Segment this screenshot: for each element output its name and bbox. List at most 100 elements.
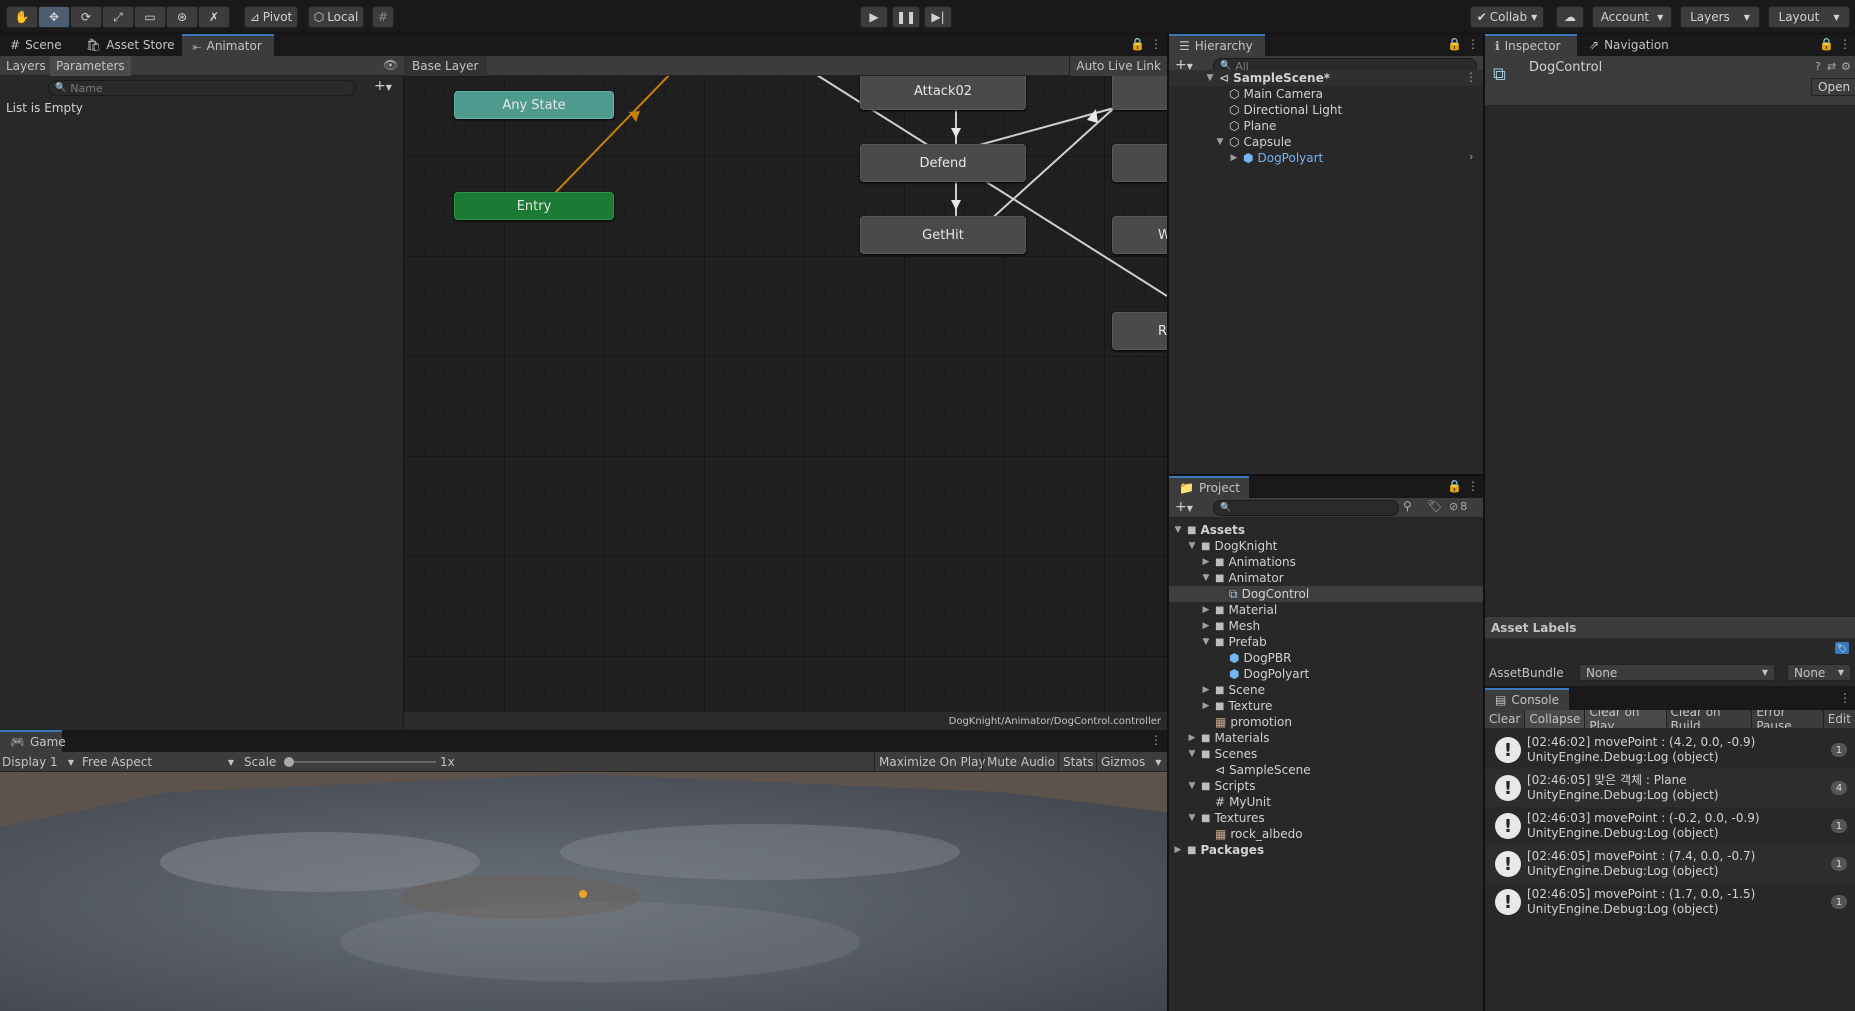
- display-dropdown[interactable]: Display 1 ▼: [2, 752, 78, 772]
- label-tag-icon[interactable]: 🏷: [1427, 499, 1442, 513]
- transform-tool-button[interactable]: ⊛: [166, 6, 198, 28]
- console-editor-dropdown[interactable]: Edit: [1824, 710, 1855, 728]
- console-error-pause-toggle[interactable]: Error Pause: [1752, 710, 1824, 728]
- console-log-entry[interactable]: ! [02:46:05] movePoint : (1.7, 0.0, -1.5)…: [1485, 883, 1855, 921]
- state-partial-w[interactable]: W: [1112, 216, 1167, 254]
- project-row-myunit[interactable]: # MyUnit: [1201, 794, 1271, 810]
- tab-game[interactable]: 🎮 Game: [0, 730, 66, 752]
- game-viewport[interactable]: [0, 772, 1167, 1011]
- rect-tool-button[interactable]: ▭: [134, 6, 166, 28]
- console-log-entry[interactable]: ! [02:46:02] movePoint : (4.2, 0.0, -0.9)…: [1485, 731, 1855, 769]
- state-attack02[interactable]: Attack02: [860, 72, 1026, 110]
- project-row-dogpolyart[interactable]: ⬢ DogPolyart: [1215, 666, 1309, 682]
- project-row-materials[interactable]: ▶ ■ Materials: [1187, 730, 1270, 746]
- project-row-prefab[interactable]: ▼ ■ Prefab: [1201, 634, 1267, 650]
- project-row-dogcontrol[interactable]: ⧉ DogControl: [1215, 586, 1309, 602]
- project-row-promotion[interactable]: ▦ promotion: [1201, 714, 1292, 730]
- add-parameter-button[interactable]: +▼: [374, 78, 392, 94]
- kebab-menu-icon[interactable]: ⋮: [1467, 479, 1479, 493]
- splitter[interactable]: [1483, 34, 1485, 1011]
- kebab-menu-icon[interactable]: ⋮: [1150, 733, 1162, 747]
- cloud-button[interactable]: ☁: [1556, 6, 1584, 28]
- step-button[interactable]: ▶|: [924, 6, 952, 28]
- tab-layers[interactable]: Layers: [0, 56, 53, 76]
- project-row-material[interactable]: ▶ ■ Material: [1201, 602, 1278, 618]
- hand-tool-button[interactable]: ✋: [6, 6, 38, 28]
- kebab-menu-icon[interactable]: ⋮: [1465, 70, 1477, 84]
- lock-icon[interactable]: 🔒: [1447, 479, 1462, 493]
- project-row-samplescene[interactable]: ⊲ SampleScene: [1201, 762, 1311, 778]
- scale-slider-handle[interactable]: [284, 757, 294, 767]
- aspect-dropdown[interactable]: Free Aspect ▼: [82, 752, 238, 772]
- parameter-search-input[interactable]: 🔍 Name: [48, 80, 356, 96]
- project-row-textures[interactable]: ▼ ■ Textures: [1187, 810, 1265, 826]
- project-row-dogknight[interactable]: ▼ ■ DogKnight: [1187, 538, 1278, 554]
- state-partial[interactable]: [1112, 72, 1167, 110]
- move-tool-button[interactable]: ✥: [38, 6, 70, 28]
- tab-console[interactable]: ▤ Console: [1485, 688, 1569, 710]
- console-log-entry[interactable]: ! [02:46:05] movePoint : (7.4, 0.0, -0.7)…: [1485, 845, 1855, 883]
- tab-project[interactable]: 📁 Project: [1169, 476, 1249, 498]
- breadcrumb-base-layer[interactable]: Base Layer: [404, 56, 487, 76]
- hierarchy-row-plane[interactable]: ⬡ Plane: [1229, 118, 1276, 134]
- project-row-scene[interactable]: ▶ ■ Scene: [1201, 682, 1266, 698]
- tab-scene[interactable]: # Scene: [0, 34, 72, 56]
- hierarchy-row-samplescene[interactable]: ▼ ⊲ SampleScene*: [1205, 70, 1330, 86]
- pause-button[interactable]: ❚❚: [892, 6, 920, 28]
- project-row-scripts[interactable]: ▼ ■ Scripts: [1187, 778, 1256, 794]
- project-row-rock-albedo[interactable]: ▦ rock_albedo: [1201, 826, 1303, 842]
- maximize-on-play-toggle[interactable]: Maximize On Play: [874, 752, 990, 772]
- state-gethit[interactable]: GetHit: [860, 216, 1026, 254]
- kebab-menu-icon[interactable]: ⋮: [1839, 37, 1851, 51]
- tab-inspector[interactable]: ℹ Inspector: [1485, 34, 1577, 56]
- animator-graph[interactable]: Base Layer Auto Live Link Any State Entr…: [404, 56, 1167, 730]
- project-row-animator[interactable]: ▼ ■ Animator: [1201, 570, 1284, 586]
- hierarchy-row-dogpolyart[interactable]: ▶ ⬢ DogPolyart: [1229, 150, 1324, 166]
- project-row-scenes[interactable]: ▼ ■ Scenes: [1187, 746, 1258, 762]
- rotate-tool-button[interactable]: ⟳: [70, 6, 102, 28]
- lock-icon[interactable]: 🔒: [1130, 37, 1145, 51]
- lock-icon[interactable]: 🔒: [1447, 37, 1462, 51]
- preset-icon[interactable]: ⇄: [1827, 60, 1836, 73]
- hierarchy-row-capsule[interactable]: ▼ ⬡ Capsule: [1215, 134, 1292, 150]
- gizmos-dropdown[interactable]: Gizmos ▼: [1096, 752, 1165, 772]
- scale-tool-button[interactable]: ⤢: [102, 6, 134, 28]
- tab-animator[interactable]: ⤜ Animator: [182, 34, 274, 56]
- state-defend[interactable]: Defend: [860, 144, 1026, 182]
- project-row-texture[interactable]: ▶ ■ Texture: [1201, 698, 1273, 714]
- tab-asset-store[interactable]: 🛍 Asset Store: [76, 34, 185, 56]
- kebab-menu-icon[interactable]: ⋮: [1150, 37, 1162, 51]
- layers-dropdown[interactable]: Layers ▼: [1680, 6, 1760, 28]
- kebab-menu-icon[interactable]: ⋮: [1467, 37, 1479, 51]
- splitter[interactable]: [1169, 474, 1483, 476]
- tab-parameters[interactable]: Parameters: [50, 56, 131, 76]
- layout-dropdown[interactable]: Layout ▼: [1768, 6, 1850, 28]
- grid-snap-button[interactable]: #: [372, 6, 394, 28]
- hierarchy-row-main-camera[interactable]: ⬡ Main Camera: [1229, 86, 1323, 102]
- project-row-assets[interactable]: ▼ ■ Assets: [1173, 522, 1246, 538]
- hidden-packages-toggle[interactable]: ⊘ 8: [1449, 500, 1467, 513]
- custom-tool-button[interactable]: ✗: [198, 6, 230, 28]
- console-clear-button[interactable]: Clear: [1485, 710, 1526, 728]
- filter-type-icon[interactable]: ⚲: [1403, 499, 1412, 513]
- pivot-toggle[interactable]: ⊿ Pivot: [244, 6, 298, 28]
- project-row-mesh[interactable]: ▶ ■ Mesh: [1201, 618, 1261, 634]
- console-clear-on-play-toggle[interactable]: Clear on Play: [1585, 710, 1667, 728]
- state-partial-r[interactable]: R: [1112, 312, 1167, 350]
- scale-slider[interactable]: [286, 761, 436, 763]
- account-dropdown[interactable]: Account ▼: [1592, 6, 1672, 28]
- open-button[interactable]: Open: [1811, 78, 1855, 96]
- assetbundle-dropdown[interactable]: None ▼: [1579, 664, 1775, 681]
- kebab-menu-icon[interactable]: ⋮: [1839, 691, 1851, 705]
- hierarchy-row-directional-light[interactable]: ⬡ Directional Light: [1229, 102, 1342, 118]
- console-log-entry[interactable]: ! [02:46:05] 맞은 객체 : Plane UnityEngine.Deb…: [1485, 769, 1855, 807]
- play-button[interactable]: ▶: [860, 6, 888, 28]
- project-row-packages[interactable]: ▶ ■ Packages: [1173, 842, 1265, 858]
- local-toggle[interactable]: ⬡ Local: [308, 6, 364, 28]
- project-row-animations[interactable]: ▶ ■ Animations: [1201, 554, 1296, 570]
- tab-navigation[interactable]: ⇗ Navigation: [1579, 34, 1679, 56]
- state-partial[interactable]: [1112, 144, 1167, 182]
- chevron-right-icon[interactable]: ›: [1469, 150, 1473, 163]
- help-icon[interactable]: ?: [1815, 60, 1821, 73]
- gear-icon[interactable]: ⚙: [1841, 60, 1851, 73]
